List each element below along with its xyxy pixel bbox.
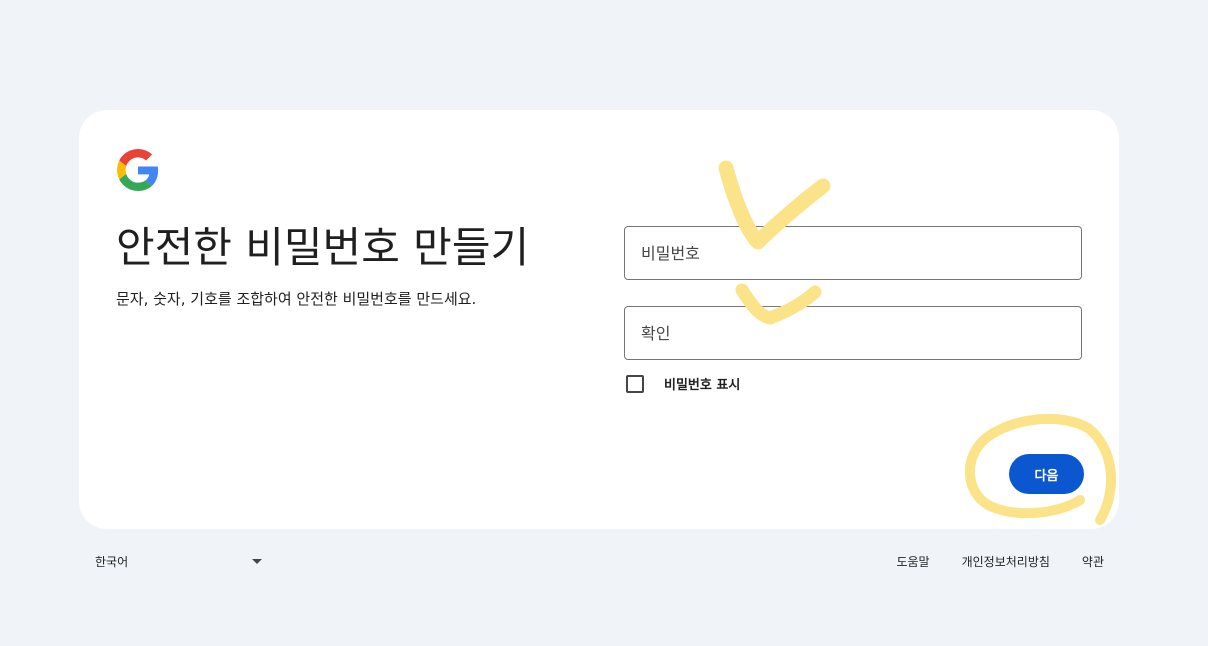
password-input[interactable] <box>625 227 1081 279</box>
footer-links: 도움말 개인정보처리방침 약관 <box>864 553 1104 570</box>
signup-card: 안전한 비밀번호 만들기 문자, 숫자, 기호를 조합하여 안전한 비밀번호를 … <box>79 110 1119 529</box>
confirm-password-field[interactable] <box>624 306 1082 360</box>
show-password-checkbox[interactable] <box>626 374 644 393</box>
footer-link-privacy[interactable]: 개인정보처리방침 <box>962 553 1050 570</box>
page-subtitle: 문자, 숫자, 기호를 조합하여 안전한 비밀번호를 만드세요. <box>116 290 477 308</box>
caret-down-icon <box>252 559 262 564</box>
language-label: 한국어 <box>95 555 129 569</box>
password-field[interactable] <box>624 226 1082 280</box>
page-title: 안전한 비밀번호 만들기 <box>116 223 530 272</box>
footer-link-help[interactable]: 도움말 <box>896 553 929 570</box>
confirm-password-input[interactable] <box>625 307 1081 359</box>
language-selector[interactable]: 한국어 <box>95 553 262 570</box>
google-logo-icon <box>117 149 159 191</box>
next-button[interactable]: 다음 <box>1009 454 1084 494</box>
show-password-label: 비밀번호 표시 <box>664 378 741 393</box>
show-password-toggle[interactable]: 비밀번호 표시 <box>626 374 740 393</box>
footer-link-terms[interactable]: 약관 <box>1082 553 1104 570</box>
